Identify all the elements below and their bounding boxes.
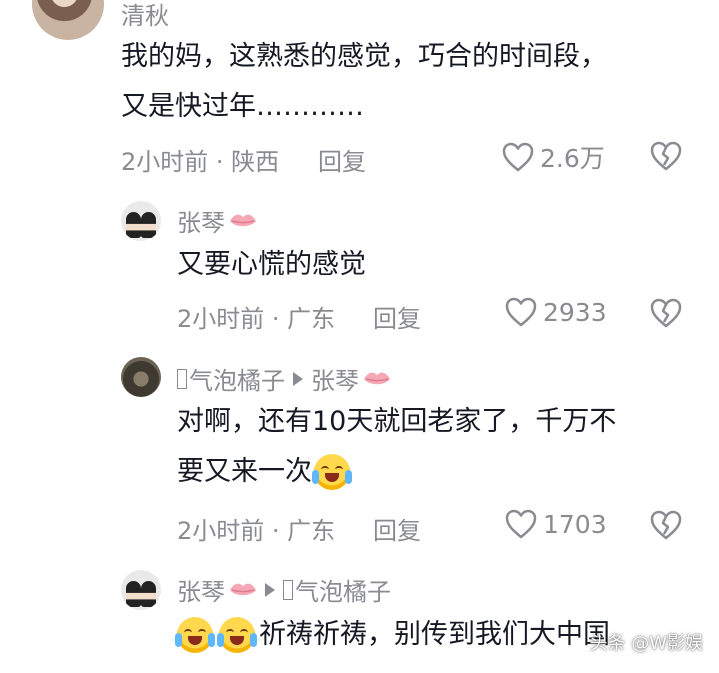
heart-outline-icon[interactable]: [502, 142, 534, 172]
reply-to-username[interactable]: 气泡橘子: [295, 572, 391, 607]
username[interactable]: 气泡橘子 张琴: [177, 361, 391, 396]
username[interactable]: 张琴: [177, 203, 257, 238]
username[interactable]: 张琴 气泡橘子: [177, 572, 391, 607]
heart-outline-icon[interactable]: [505, 509, 537, 539]
like-count: 1703: [543, 509, 607, 539]
comment-time-location: 2小时前 · 广东: [177, 517, 336, 545]
comment-text: 我的妈，这熟悉的感觉，巧合的时间段， 又是快过年…………: [121, 41, 607, 122]
like-count: 2933: [543, 297, 607, 327]
broken-heart-icon[interactable]: [650, 141, 682, 171]
comment-text: 又要心慌的感觉: [177, 249, 366, 280]
avatar[interactable]: [121, 570, 161, 610]
crying-laughing-emoji-icon: [312, 454, 352, 490]
heart-outline-icon[interactable]: [505, 297, 537, 327]
comment-time-location: 2小时前 · 广东: [177, 305, 336, 333]
reply-button[interactable]: 回复: [373, 511, 421, 546]
like-count: 2.6万: [540, 144, 605, 173]
like-button[interactable]: 2.6万: [502, 139, 605, 175]
lips-kiss-icon: [230, 214, 256, 226]
avatar[interactable]: [32, 0, 104, 40]
broken-heart-icon[interactable]: [650, 298, 682, 328]
lips-kiss-icon: [364, 372, 390, 384]
watermark: 头条 @W影娱: [589, 633, 703, 654]
comment-time-location: 2小时前 · 陕西: [121, 148, 280, 176]
reply-button[interactable]: 回复: [318, 142, 366, 177]
avatar[interactable]: [121, 201, 161, 241]
crying-laughing-emoji-icon: [217, 617, 257, 653]
crying-laughing-emoji-icon: [175, 617, 215, 653]
comment-text: 祈祷祈祷，别传到我们大中国: [175, 610, 610, 660]
reply-button[interactable]: 回复: [373, 299, 421, 334]
reply-to-username[interactable]: 张琴: [311, 361, 359, 396]
avatar[interactable]: [121, 357, 161, 397]
comment-text: 对啊，还有10天就回老家了，千万不 要又来一次: [177, 397, 616, 497]
like-button[interactable]: 2933: [505, 297, 607, 327]
missing-glyph-icon: [177, 368, 187, 389]
play-triangle-icon: [265, 582, 275, 597]
play-triangle-icon: [293, 371, 303, 386]
like-button[interactable]: 1703: [505, 509, 607, 539]
broken-heart-icon[interactable]: [650, 510, 682, 540]
username[interactable]: 清秋: [121, 0, 169, 31]
missing-glyph-icon: [283, 579, 293, 600]
lips-kiss-icon: [230, 583, 256, 595]
